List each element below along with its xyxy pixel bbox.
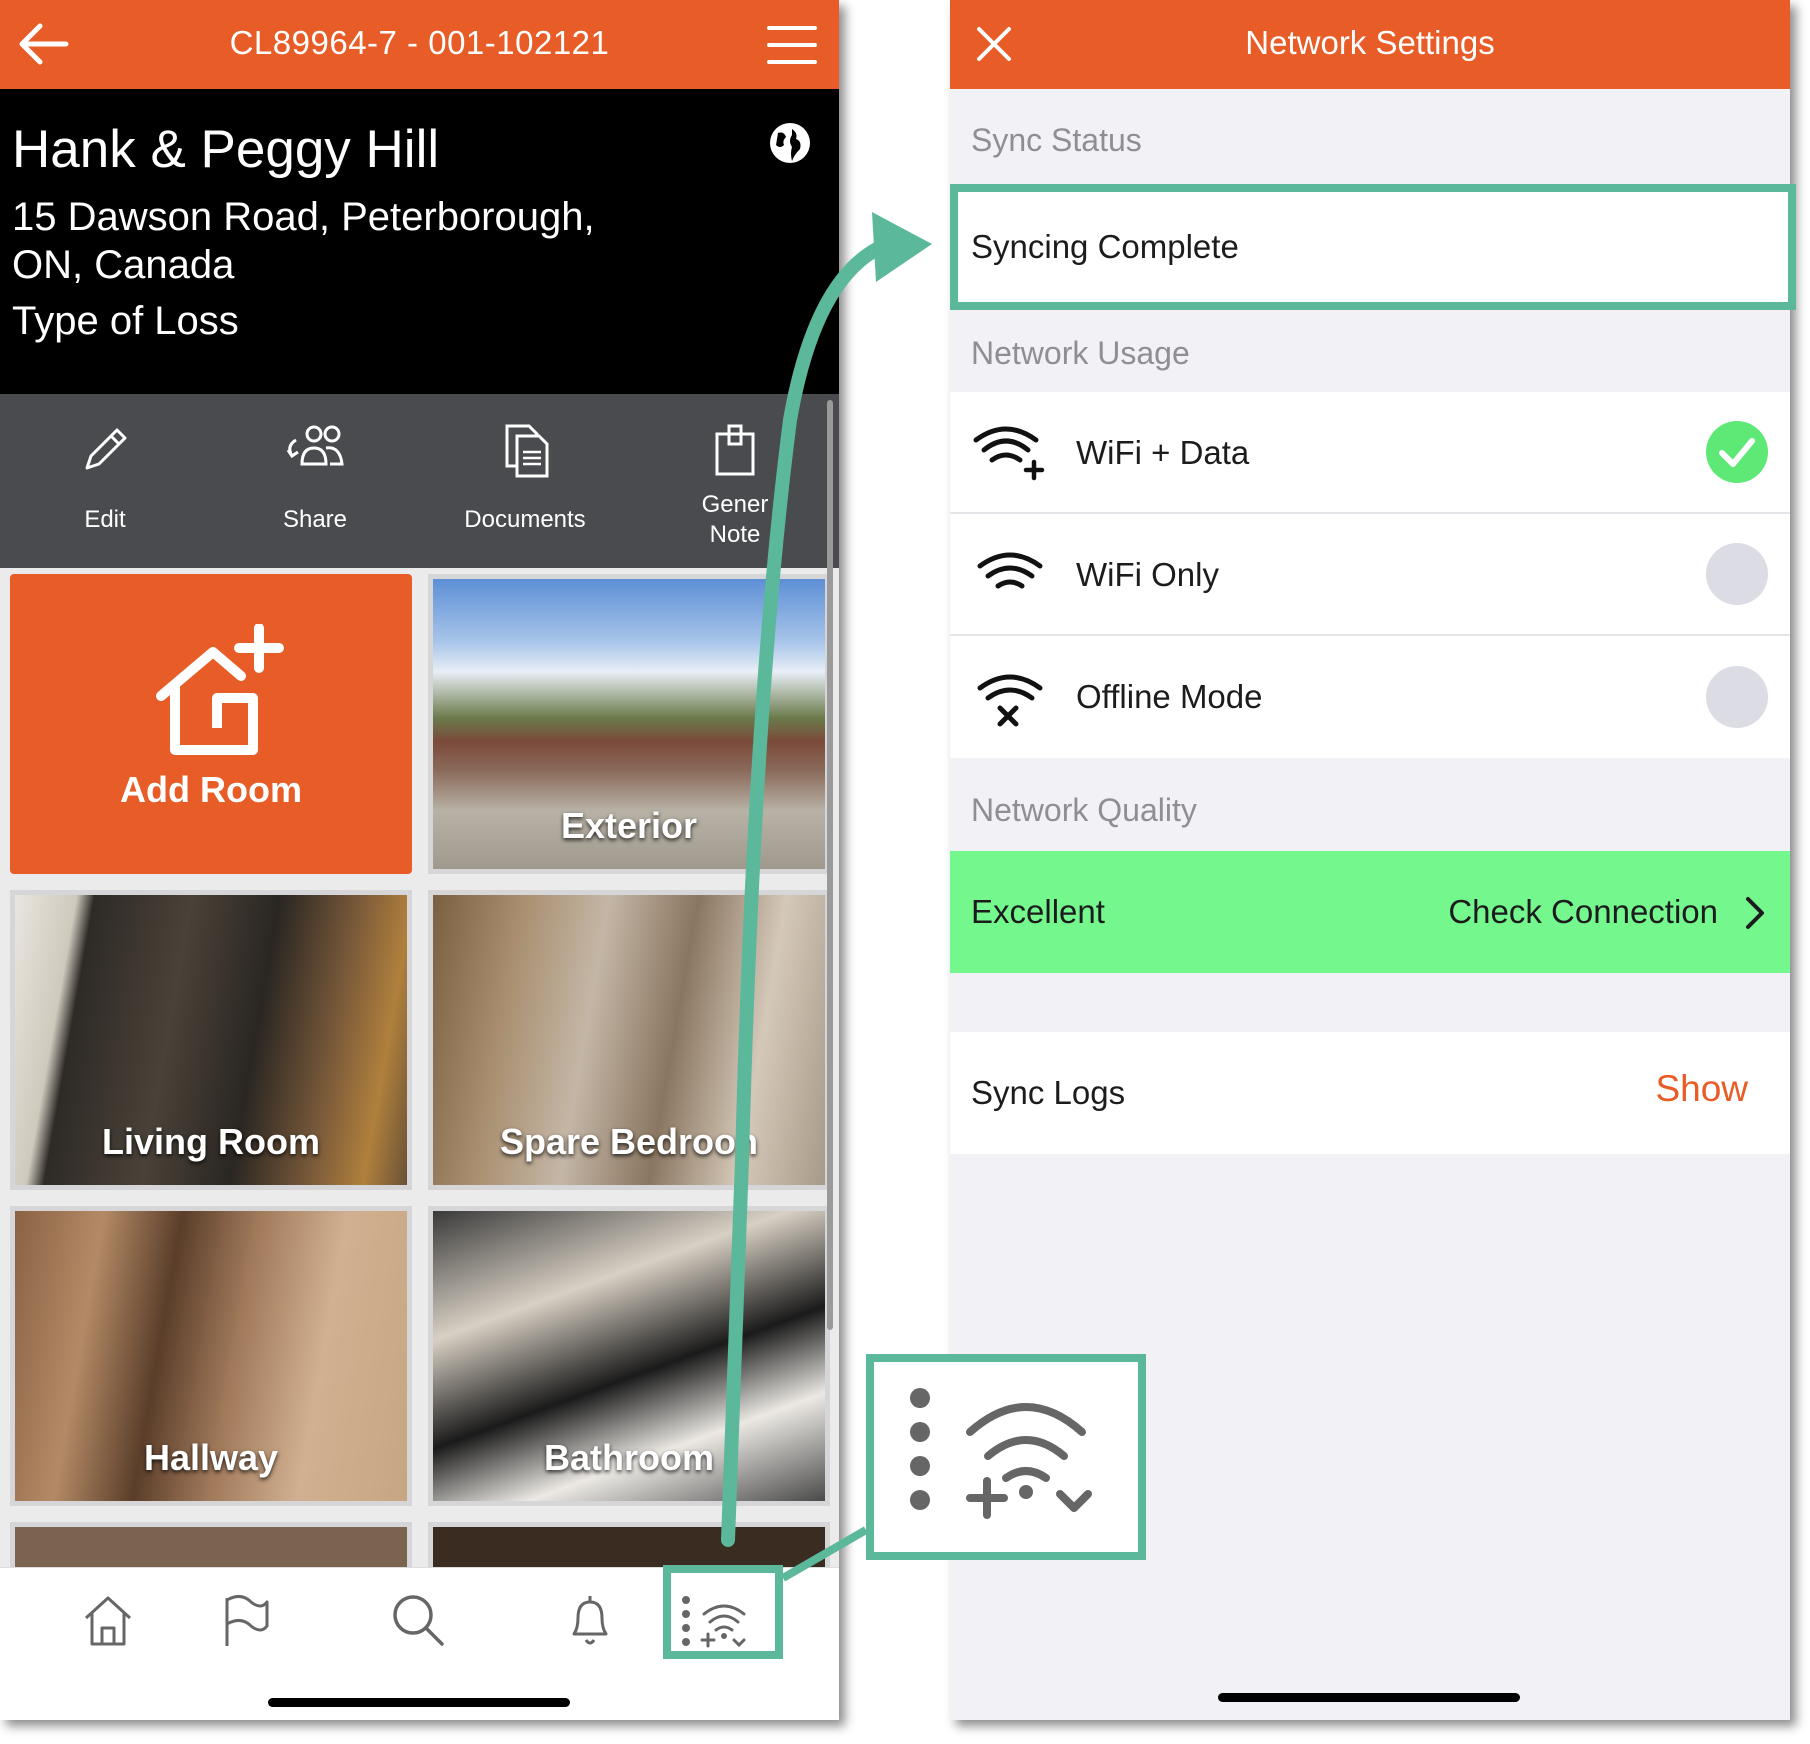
wifi-icon [977, 552, 1043, 589]
documents-label: Documents [464, 506, 586, 533]
address-line-1: 15 Dawson Road, Peterborough, [12, 195, 595, 239]
show-logs-button[interactable]: Show [1655, 1068, 1748, 1110]
bell-icon[interactable] [560, 1590, 620, 1650]
address-line-2: ON, Canada [12, 243, 235, 287]
rooms-grid: Add Room Exterior Living Room Spare Bedr… [0, 568, 839, 1720]
network-option-wifi-data[interactable]: WiFi + Data [950, 392, 1790, 512]
edit-button[interactable]: Edit [0, 394, 210, 568]
wifi-off-icon [977, 674, 1043, 727]
callout-arrowhead [872, 212, 932, 282]
general-notes-button[interactable]: Gener Note [630, 394, 839, 568]
sync-logs-row: Sync Logs Show [950, 1032, 1790, 1154]
network-quality-row[interactable]: Excellent Check Connection [950, 851, 1790, 973]
check-connection-link[interactable]: Check Connection [1448, 893, 1718, 931]
general-notes-line2: Note [709, 521, 761, 548]
checkmark-icon [1719, 438, 1755, 467]
customer-address: 15 Dawson Road, Peterborough, ON, Canada [12, 193, 652, 289]
home-indicator [1218, 1693, 1520, 1702]
search-icon[interactable] [388, 1590, 448, 1650]
add-room-label: Add Room [120, 769, 302, 810]
exterior-tile[interactable]: Exterior [428, 574, 830, 874]
back-arrow-icon[interactable] [14, 18, 74, 70]
project-actions-bar: Edit Share Documents Gener Note [0, 394, 839, 568]
scrollbar[interactable] [827, 400, 833, 1330]
radio-selected[interactable] [1706, 421, 1768, 483]
network-quality-header: Network Quality [971, 792, 1197, 828]
hamburger-menu-icon[interactable] [767, 22, 817, 68]
option-label: Offline Mode [1076, 678, 1263, 715]
sync-logs-label: Sync Logs [971, 1074, 1126, 1111]
flag-icon[interactable] [215, 1590, 275, 1650]
exterior-label: Exterior [560, 805, 698, 846]
customer-info: Hank & Peggy Hill 15 Dawson Road, Peterb… [0, 89, 839, 394]
bathroom-label: Bathroom [544, 1437, 714, 1478]
option-label: WiFi + Data [1076, 434, 1250, 471]
page-title: Network Settings [1245, 24, 1495, 61]
add-home-icon [156, 624, 284, 755]
home-icon[interactable] [78, 1590, 138, 1650]
type-of-loss: Type of Loss [12, 299, 239, 343]
radio-unselected[interactable] [1706, 543, 1768, 605]
general-notes-line1: Gener [701, 491, 769, 518]
edit-label: Edit [84, 506, 126, 533]
documents-button[interactable]: Documents [420, 394, 630, 568]
add-room-tile[interactable]: Add Room [10, 574, 412, 874]
hallway-tile[interactable]: Hallway [10, 1206, 412, 1506]
network-status-icon [910, 1388, 1092, 1519]
zoomed-network-icon [866, 1354, 1146, 1560]
living-room-label: Living Room [102, 1121, 320, 1162]
share-label: Share [282, 506, 348, 533]
customer-name: Hank & Peggy Hill [12, 120, 440, 179]
hallway-label: Hallway [143, 1437, 279, 1478]
project-screen: CL89964-7 - 001-102121 Hank & Peggy Hill… [0, 0, 839, 1720]
chevron-right-icon [1746, 897, 1764, 929]
wifi-plus-icon [973, 426, 1045, 481]
people-share-icon [286, 425, 344, 466]
home-indicator [268, 1698, 570, 1707]
network-quality-value: Excellent [971, 893, 1105, 930]
clipboard-icon [715, 424, 755, 476]
project-header: CL89964-7 - 001-102121 [0, 0, 839, 89]
documents-icon [505, 424, 549, 478]
spare-bedroom-tile[interactable]: Spare Bedroon [428, 890, 830, 1190]
sync-status-header: Sync Status [971, 122, 1142, 158]
bathroom-tile[interactable]: Bathroom [428, 1206, 830, 1506]
network-usage-header: Network Usage [971, 335, 1190, 371]
general-notes-label: Gener Note [630, 490, 839, 550]
claim-number-title: CL89964-7 - 001-102121 [229, 24, 610, 61]
globe-icon[interactable] [768, 121, 812, 165]
tabbar-icon-highlight [663, 1565, 783, 1659]
network-option-wifi-only[interactable]: WiFi Only [950, 514, 1790, 634]
radio-unselected[interactable] [1706, 666, 1768, 728]
option-label: WiFi Only [1076, 556, 1219, 593]
network-option-offline[interactable]: Offline Mode [950, 636, 1790, 758]
network-settings-header: Network Settings [950, 0, 1790, 89]
share-button[interactable]: Share [210, 394, 420, 568]
spare-bedroom-label: Spare Bedroon [499, 1121, 759, 1162]
living-room-tile[interactable]: Living Room [10, 890, 412, 1190]
sync-status-highlight [950, 184, 1796, 310]
pencil-icon [85, 428, 127, 470]
